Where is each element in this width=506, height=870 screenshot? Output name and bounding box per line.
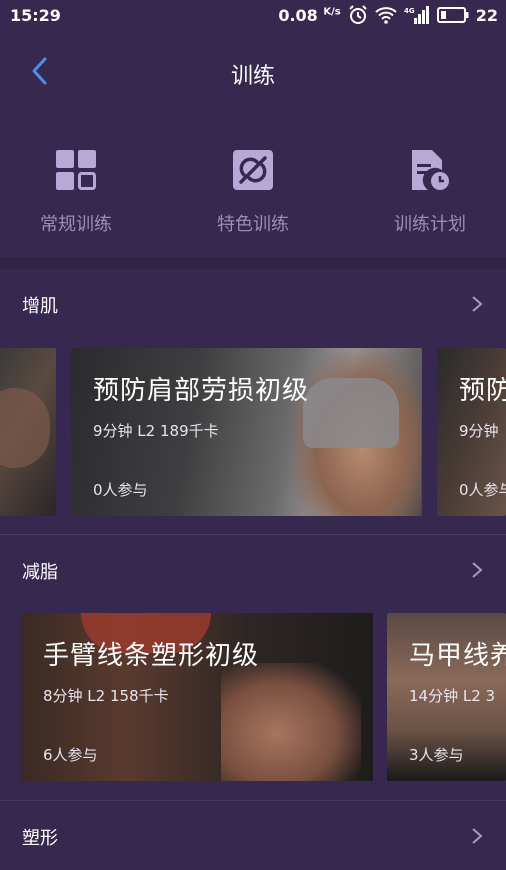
- training-type-row: 常规训练 特色训练 训练计划: [0, 112, 506, 257]
- workout-card[interactable]: 预防肩部劳损初级 9分钟 L2 189千卡 0人参与: [71, 348, 422, 516]
- workout-meta: 9分钟 L2 189千卡: [93, 422, 219, 440]
- section-separator: [0, 800, 506, 801]
- signal-icon: 4G: [404, 6, 429, 24]
- battery-level: 22: [475, 5, 498, 25]
- section-header-muscle[interactable]: 增肌: [0, 272, 506, 338]
- workout-title: 马甲线养: [409, 641, 506, 671]
- workout-card-partial-left[interactable]: [0, 348, 56, 516]
- participant-count: 0人参与: [93, 481, 148, 499]
- workout-meta: 14分钟 L2 3: [409, 687, 496, 705]
- section-header-fat-loss[interactable]: 减脂: [0, 538, 506, 604]
- workout-card-partial-right[interactable]: 马甲线养 14分钟 L2 3 3人参与: [387, 613, 506, 781]
- battery-icon: [436, 7, 469, 23]
- network-speed-unit: K/s: [323, 6, 341, 18]
- status-right: 0.08 K/s 4G 22: [278, 5, 498, 25]
- section-title: 减脂: [22, 562, 58, 583]
- chevron-right-icon: [472, 296, 483, 312]
- participant-count: 0人参与: [459, 481, 506, 499]
- workout-meta: 8分钟 L2 158千卡: [43, 687, 169, 705]
- chevron-right-icon: [472, 828, 483, 844]
- workout-title: 手臂线条塑形初级: [43, 641, 260, 671]
- status-time: 15:29: [10, 6, 61, 25]
- app-header: 训练: [0, 32, 506, 112]
- plan-document-icon: [412, 150, 449, 190]
- section-divider: [0, 257, 506, 269]
- section-separator: [0, 534, 506, 535]
- participant-count: 3人参与: [409, 746, 464, 764]
- network-speed: 0.08 K/s: [278, 6, 340, 25]
- featured-icon: [233, 150, 273, 190]
- training-plan-button[interactable]: 训练计划: [360, 112, 500, 236]
- grid-icon: [56, 150, 96, 190]
- featured-training-button[interactable]: 特色训练: [183, 112, 323, 236]
- workout-card[interactable]: 手臂线条塑形初级 8分钟 L2 158千卡 6人参与: [21, 613, 373, 781]
- regular-training-label: 常规训练: [40, 214, 112, 235]
- participant-count: 6人参与: [43, 746, 98, 764]
- wifi-icon: [375, 7, 397, 24]
- workout-card-partial-right[interactable]: 预防 9分钟 0人参与: [437, 348, 506, 516]
- section-title: 增肌: [22, 296, 58, 317]
- status-bar: 15:29 0.08 K/s 4G 22: [0, 0, 506, 32]
- section-header-shaping[interactable]: 塑形: [0, 804, 506, 870]
- network-speed-value: 0.08: [278, 5, 318, 25]
- workout-title: 预防肩部劳损初级: [93, 376, 310, 406]
- chevron-right-icon: [472, 562, 483, 578]
- training-plan-label: 训练计划: [394, 214, 466, 235]
- alarm-icon: [349, 5, 367, 24]
- workout-meta: 9分钟: [459, 422, 499, 440]
- regular-training-button[interactable]: 常规训练: [6, 112, 146, 236]
- athlete-figure: [221, 663, 361, 781]
- svg-text:4G: 4G: [404, 7, 415, 15]
- workout-title: 预防: [459, 376, 506, 406]
- page-title: 训练: [230, 64, 275, 89]
- featured-training-label: 特色训练: [217, 214, 289, 235]
- section-title: 塑形: [22, 828, 58, 849]
- sports-top: [303, 378, 399, 448]
